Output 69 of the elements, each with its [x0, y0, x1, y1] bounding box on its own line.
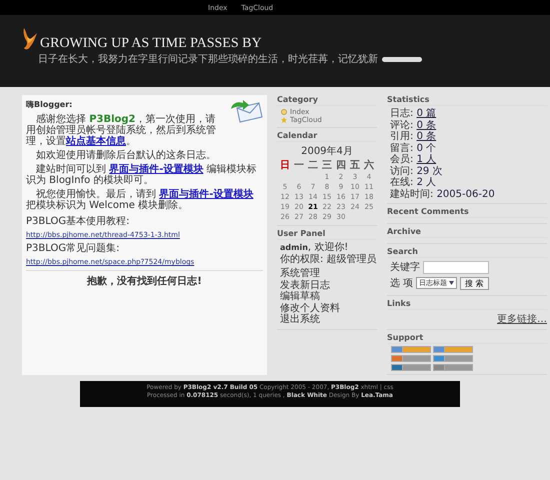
stat-value[interactable]: 0 条 [416, 120, 436, 130]
stat-value: 2005-06-20 [436, 188, 495, 200]
weekday-label: 三 [321, 159, 333, 172]
caret-icon [449, 281, 454, 285]
stat-label: 留言: [390, 142, 414, 154]
badge-icon[interactable] [391, 355, 431, 362]
weekday-label: 二 [307, 159, 319, 172]
panel-title: User Panel [277, 229, 377, 240]
site-subtitle: 日子在长大，我努力在字里行间记录下那些琐碎的生活，时光荏苒，记忆犹新 [38, 54, 378, 65]
stat-label: 在线: [390, 177, 414, 188]
site-title: GROWING UP AS TIME PASSES BY [40, 37, 262, 51]
paragraph: 感谢您选择 P3Blog2，第一次使用，请用创始管理员帐号登陆系统，然后到系统管理，设置站点基本信息。 [26, 114, 217, 147]
field-label: 关键字 [390, 260, 420, 274]
stat-label: 引用: [390, 131, 414, 142]
paragraph: 祝您使用愉快。最后，请到 界面与插件-设置模块 把模块标识为 Welcome 模块删除。 [26, 189, 254, 211]
resource-label: P3BLOG常见问题集: [26, 242, 120, 255]
menu-link[interactable]: 编辑草稿 [277, 291, 377, 302]
badge-icon[interactable] [433, 346, 473, 353]
link[interactable]: 界面与插件-设置模块 [109, 164, 204, 175]
menu-link[interactable]: 系统管理 [277, 268, 377, 280]
stat-label: 日志: [390, 108, 414, 119]
paragraph: 如欢迎使用请删除后台默认的这条日志。 [35, 150, 217, 161]
paragraph: 建站时间可以到 界面与插件-设置模块 编辑模块标识为 BlogInfo 的模块即可。 [26, 164, 258, 186]
field-label: 选 项 [390, 276, 414, 290]
weekday-label: 日 [279, 159, 291, 172]
panel-title: Search [387, 247, 547, 258]
tag-icon [382, 57, 422, 62]
stat-value: 0 个 [416, 142, 436, 154]
badge-icon[interactable] [433, 355, 473, 362]
notice-text: 抱歉，没有找到任何日志! [26, 270, 263, 288]
stat-value[interactable]: 0 篇 [416, 108, 436, 119]
stat-label: 会员: [390, 154, 414, 165]
menu-link[interactable]: 退出系统 [277, 314, 377, 326]
stat-label: 访问: [390, 166, 414, 176]
weekday-label: 六 [362, 158, 375, 172]
panel-title: Support [387, 333, 547, 344]
panel-title: Archive [387, 227, 547, 238]
panel-title: Links [387, 299, 547, 310]
badge-icon[interactable] [433, 364, 473, 371]
weekday-label: 一 [293, 159, 305, 172]
stat-label: 建站时间: [390, 188, 434, 200]
menu-link[interactable]: 发表新日志 [277, 280, 377, 291]
star-icon [281, 117, 287, 123]
welcome-text: admin, 欢迎你! [279, 242, 350, 254]
role-text: 你的权限: 超级管理员 [279, 254, 377, 265]
calendar-month: 2009年4月 [300, 145, 354, 158]
panel-title: Recent Comments [387, 207, 547, 218]
stat-value[interactable]: 0 条 [416, 131, 436, 142]
stat-value: 29 次 [416, 166, 442, 176]
link[interactable]: 界面与插件-设置模块 [159, 189, 254, 200]
more-links[interactable]: 更多链接… [387, 312, 547, 326]
stat-value: 2 人 [416, 177, 436, 188]
weekday-label: 四 [335, 159, 347, 172]
weekday-label: 五 [349, 159, 361, 172]
stat-value[interactable]: 1 人 [416, 154, 436, 165]
panel-title: Category [277, 95, 377, 106]
greeting-text: 嗨Blogger: [26, 99, 74, 110]
panel-title: Statistics [387, 95, 547, 106]
panel-title: Calendar [277, 131, 377, 142]
resource-label: P3BLOG基本使用教程: [26, 214, 130, 228]
search-field[interactable] [423, 260, 489, 274]
badge-icon[interactable] [391, 364, 431, 371]
link[interactable]: 站点基本信息 [66, 136, 126, 147]
search-button[interactable]: 搜 索 [460, 276, 489, 290]
badge-icon[interactable] [391, 346, 431, 353]
menu-link[interactable]: 修改个人资料 [277, 302, 377, 314]
envelope-icon [229, 99, 263, 125]
bird-logo-icon [22, 27, 38, 51]
stat-label: 评论: [390, 120, 414, 130]
